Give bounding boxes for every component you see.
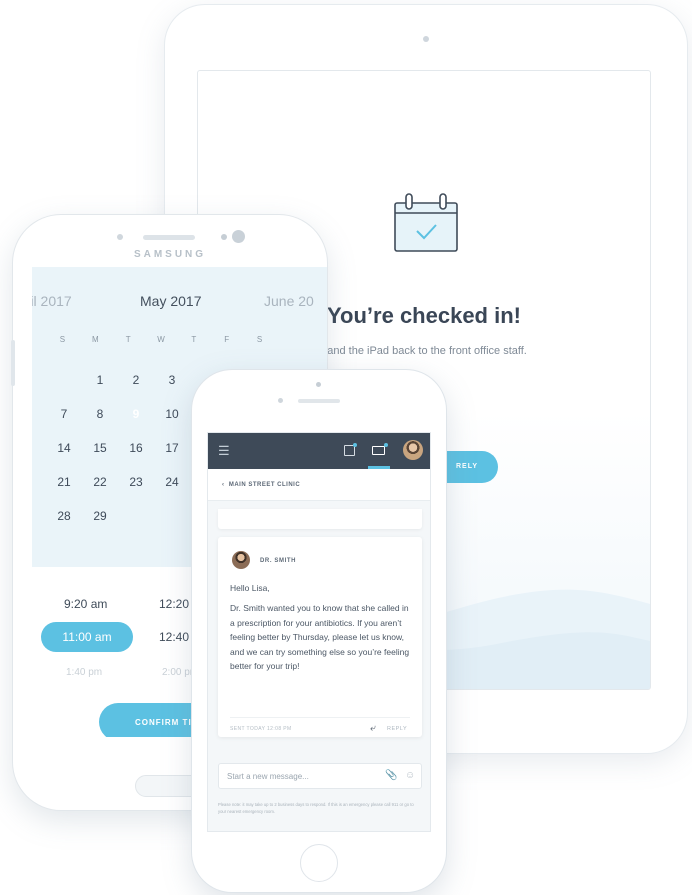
calendar-day[interactable]: 2 — [118, 367, 154, 393]
iphone-speaker — [298, 399, 340, 403]
back-link-label: MAIN STREET CLINIC — [228, 482, 301, 488]
compose-input[interactable] — [225, 768, 375, 784]
calendar-day[interactable]: 28 — [46, 503, 82, 529]
back-bar[interactable]: ‹ MAIN STREET CLINIC — [208, 469, 430, 501]
calendar-day[interactable] — [46, 367, 82, 393]
notification-dot — [384, 443, 388, 447]
sender-name: DR. SMITH — [260, 558, 297, 564]
weekday-label: W — [157, 335, 165, 344]
time-slot[interactable]: 9:20 am — [64, 597, 107, 611]
samsung-speaker — [143, 235, 195, 240]
iphone-home-button[interactable] — [300, 844, 338, 882]
smile-icon[interactable]: ☺ — [405, 770, 415, 781]
calendar-day[interactable]: 3 — [154, 367, 190, 393]
calendar-day[interactable]: 22 — [82, 469, 118, 495]
app-nav-bar: ☰ — [208, 433, 430, 469]
calendar-notify-icon[interactable] — [344, 443, 357, 456]
calendar-day[interactable]: 16 — [118, 435, 154, 461]
reply-button[interactable]: REPLY — [387, 726, 407, 732]
calendar-day[interactable]: 29 — [82, 503, 118, 529]
samsung-side-button — [11, 340, 15, 386]
calendar-day[interactable]: 10 — [154, 401, 190, 427]
previous-message-card — [218, 509, 422, 529]
current-month: May 2017 — [140, 293, 202, 309]
ipad-camera — [423, 36, 429, 42]
message-greeting: Hello Lisa, — [230, 583, 270, 593]
next-month[interactable]: June 20 — [264, 293, 314, 309]
iphone-sensor — [278, 398, 283, 403]
sender-avatar — [232, 551, 250, 569]
calendar-day[interactable]: 7 — [46, 401, 82, 427]
reply-icon[interactable]: ⤶ — [370, 723, 376, 734]
weekday-label: T — [125, 335, 131, 344]
calendar-day[interactable]: 15 — [82, 435, 118, 461]
response-note: Please note: it may take up to 2 busines… — [218, 802, 414, 814]
iphone-device: ☰ ‹ MAIN STREET CLINIC DR. SMITH Hello L… — [192, 370, 446, 892]
message-card: DR. SMITH Hello Lisa, Dr. Smith wanted y… — [218, 537, 422, 737]
compose-box: 📎 ☺ — [218, 763, 422, 789]
calendar-day[interactable]: 17 — [154, 435, 190, 461]
weekday-label: S — [256, 335, 263, 344]
user-avatar[interactable] — [403, 440, 423, 460]
weekday-label: F — [224, 335, 230, 344]
selected-day-label: 9 — [132, 407, 140, 421]
weekday-header: S M T W T F S — [46, 335, 276, 344]
samsung-front-camera — [232, 230, 245, 243]
calendar-day[interactable]: 8 — [82, 401, 118, 427]
calendar-day[interactable]: 14 — [46, 435, 82, 461]
prev-month[interactable]: pril 2017 — [32, 293, 72, 309]
time-slot[interactable]: 1:40 pm — [66, 667, 102, 678]
weekday-label: M — [91, 335, 99, 344]
iphone-camera — [316, 382, 321, 387]
time-slot-selected[interactable]: 11:00 am — [41, 622, 133, 652]
samsung-sensor — [221, 234, 227, 240]
iphone-screen: ☰ ‹ MAIN STREET CLINIC DR. SMITH Hello L… — [207, 432, 431, 832]
notification-dot — [353, 443, 357, 447]
paperclip-icon[interactable]: 📎 — [385, 770, 397, 781]
weekday-label: S — [59, 335, 66, 344]
samsung-sensor — [117, 234, 123, 240]
calendar-day[interactable]: 24 — [154, 469, 190, 495]
samsung-brand: SAMSUNG — [133, 249, 207, 260]
back-link[interactable]: ‹ MAIN STREET CLINIC — [222, 482, 300, 488]
calendar-check-icon — [394, 193, 458, 252]
inbox-notify-icon[interactable] — [372, 443, 388, 455]
calendar-day-selected[interactable]: 9 — [118, 400, 154, 428]
hamburger-icon[interactable]: ☰ — [218, 444, 230, 457]
weekday-label: T — [191, 335, 197, 344]
calendar-day[interactable]: 23 — [118, 469, 154, 495]
message-body: Dr. Smith wanted you to know that she ca… — [230, 603, 410, 671]
calendar-day[interactable]: 21 — [46, 469, 82, 495]
message-timestamp: SENT TODAY 12:08 PM — [230, 726, 292, 732]
calendar-day[interactable]: 1 — [82, 367, 118, 393]
message-footer: SENT TODAY 12:08 PM ⤶ REPLY — [230, 717, 410, 734]
